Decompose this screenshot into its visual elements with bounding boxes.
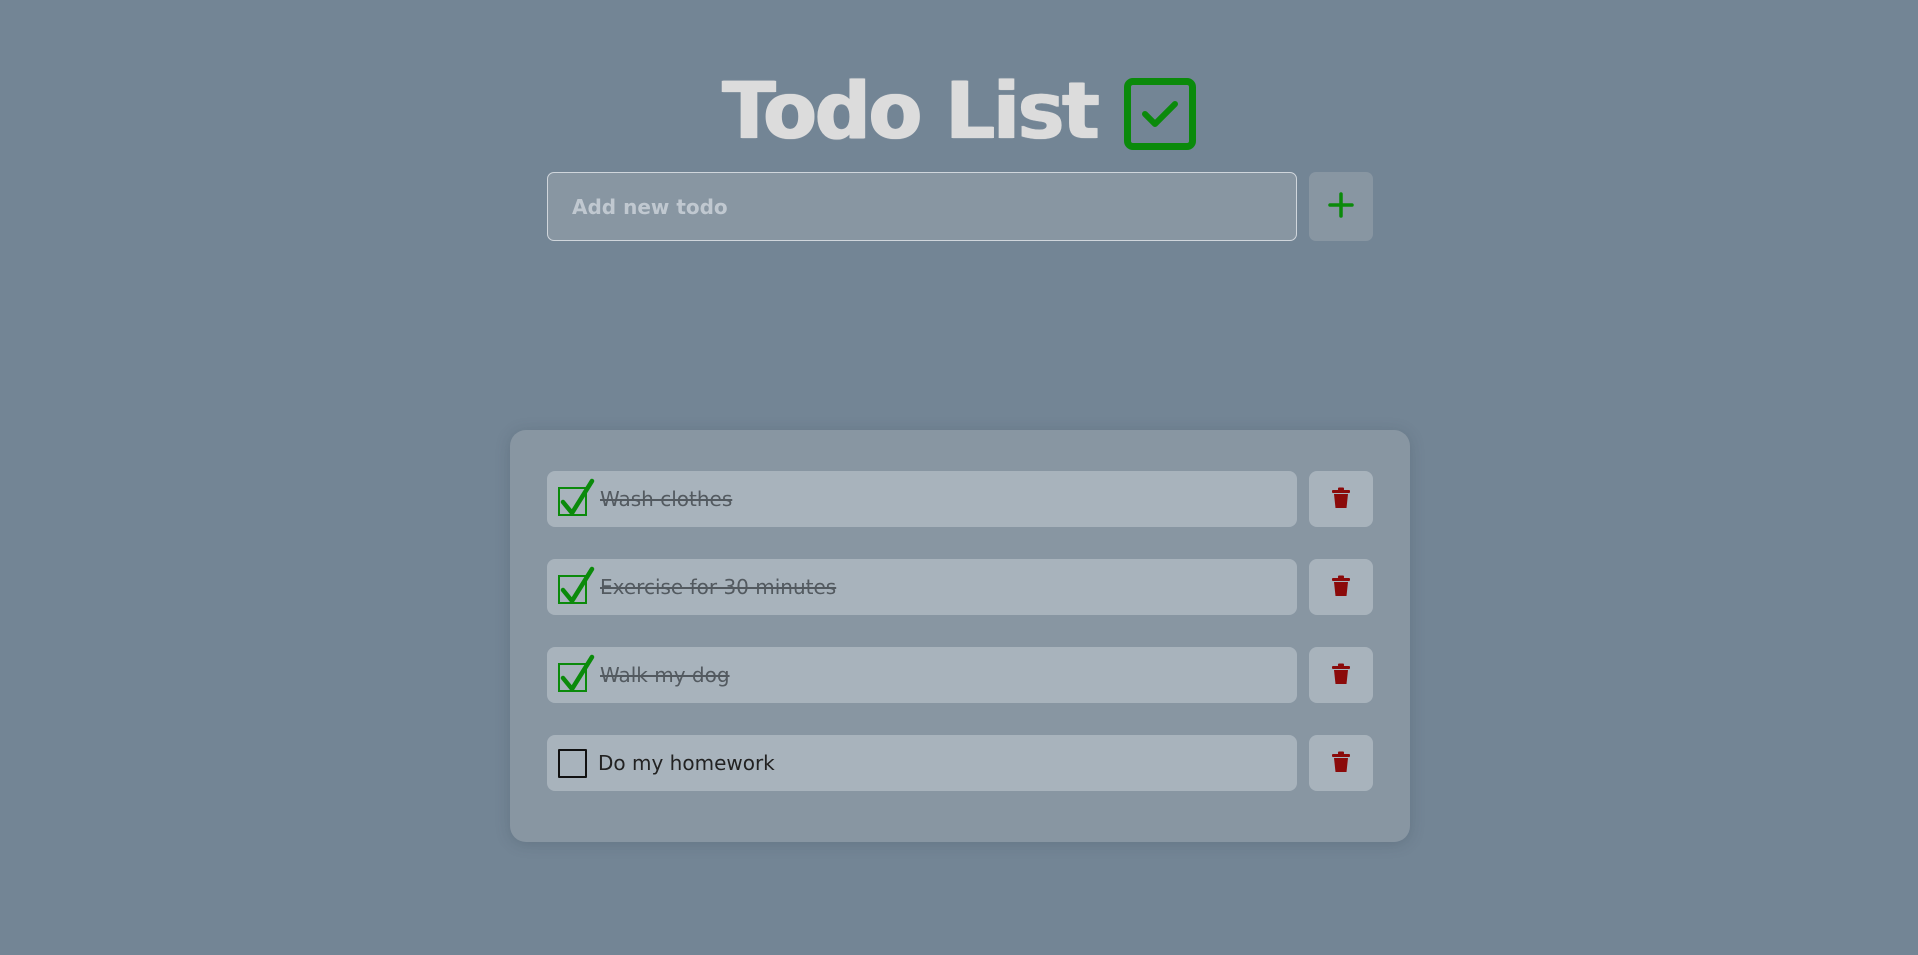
todo-row: Walk my dog: [547, 647, 1373, 703]
todo-checkbox-checked[interactable]: [558, 478, 595, 516]
delete-todo-button[interactable]: [1309, 471, 1373, 527]
todo-row: Exercise for 30 minutes: [547, 559, 1373, 615]
todo-row: Do my homework: [547, 735, 1373, 791]
trash-icon: [1331, 663, 1351, 688]
todo-checkbox-checked[interactable]: [558, 566, 595, 604]
check-square-icon: [1123, 78, 1196, 150]
delete-todo-button[interactable]: [1309, 735, 1373, 791]
todo-item: Wash clothes: [547, 471, 1297, 527]
todo-item: Walk my dog: [547, 647, 1297, 703]
page-title: Todo List: [722, 67, 1099, 157]
trash-icon: [1331, 751, 1351, 776]
checkmark-icon: [560, 566, 595, 603]
add-todo-form: [547, 172, 1373, 241]
checkmark-icon: [560, 478, 595, 515]
trash-icon: [1331, 487, 1351, 512]
todo-list: Wash clothes Exercise for 30 minutes Wal…: [510, 430, 1410, 842]
new-todo-input[interactable]: [547, 172, 1297, 241]
todo-item: Exercise for 30 minutes: [547, 559, 1297, 615]
todo-checkbox-unchecked[interactable]: [558, 748, 587, 778]
todo-app: Todo List Add new todo Wash clothes Exer…: [0, 0, 1918, 955]
todo-checkbox-checked[interactable]: [558, 654, 595, 692]
trash-icon: [1331, 575, 1351, 600]
todo-text: Wash clothes: [600, 487, 733, 511]
todo-row: Wash clothes: [547, 471, 1373, 527]
todo-item: Do my homework: [547, 735, 1297, 791]
add-todo-button[interactable]: [1309, 172, 1373, 241]
todo-text: Do my homework: [598, 751, 775, 775]
plus-icon: [1327, 191, 1355, 222]
todo-text: Walk my dog: [600, 663, 730, 687]
header: Todo List: [0, 64, 1918, 160]
checkmark-icon: [560, 654, 595, 691]
delete-todo-button[interactable]: [1309, 559, 1373, 615]
delete-todo-button[interactable]: [1309, 647, 1373, 703]
todo-text: Exercise for 30 minutes: [600, 575, 837, 599]
